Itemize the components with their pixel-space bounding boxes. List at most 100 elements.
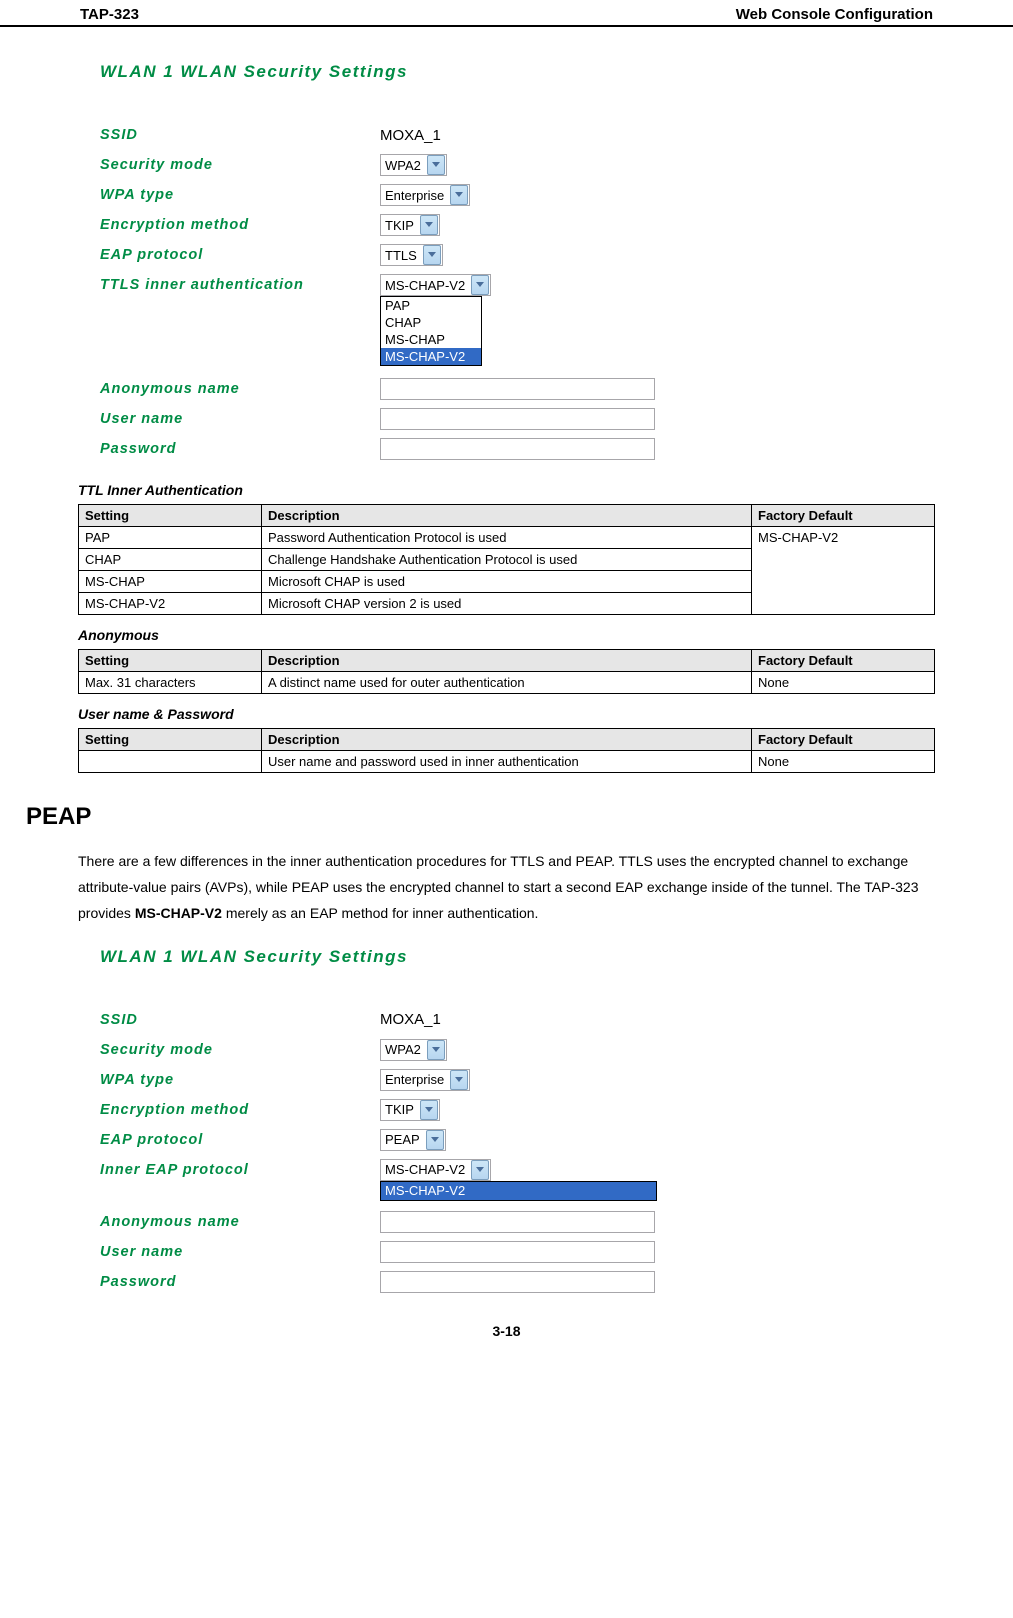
wpa-type-label: WPA type bbox=[100, 1072, 380, 1088]
inner-eap-label: Inner EAP protocol bbox=[100, 1162, 380, 1178]
td-setting: CHAP bbox=[79, 549, 262, 571]
wpa-type-label: WPA type bbox=[100, 187, 380, 203]
security-mode-value: WPA2 bbox=[385, 1042, 427, 1057]
anonymous-name-label: Anonymous name bbox=[100, 1214, 380, 1230]
td-desc: Password Authentication Protocol is used bbox=[262, 527, 752, 549]
td-default: None bbox=[752, 751, 935, 773]
td-desc: A distinct name used for outer authentic… bbox=[262, 672, 752, 694]
password-input[interactable] bbox=[380, 1271, 655, 1293]
ssid-label: SSID bbox=[100, 1012, 380, 1028]
ssid-value: MOXA_1 bbox=[380, 1011, 441, 1028]
user-pass-caption: User name & Password bbox=[78, 706, 935, 722]
chevron-down-icon bbox=[427, 155, 445, 175]
ttls-inner-auth-select[interactable]: MS-CHAP-V2 bbox=[380, 274, 491, 296]
wlan-security-panel-2: WLAN 1 WLAN Security Settings SSID MOXA_… bbox=[100, 947, 935, 1295]
wpa-type-select[interactable]: Enterprise bbox=[380, 1069, 470, 1091]
td-setting: PAP bbox=[79, 527, 262, 549]
eap-protocol-label: EAP protocol bbox=[100, 1132, 380, 1148]
th-default: Factory Default bbox=[752, 505, 935, 527]
chevron-down-icon bbox=[471, 1160, 489, 1180]
encryption-method-label: Encryption method bbox=[100, 217, 380, 233]
password-label: Password bbox=[100, 441, 380, 457]
eap-protocol-value: TTLS bbox=[385, 248, 423, 263]
chevron-down-icon bbox=[426, 1130, 444, 1150]
user-pass-table: Setting Description Factory Default User… bbox=[78, 728, 935, 773]
chevron-down-icon bbox=[420, 215, 438, 235]
user-name-input[interactable] bbox=[380, 408, 655, 430]
chevron-down-icon bbox=[420, 1100, 438, 1120]
anonymous-name-input[interactable] bbox=[380, 1211, 655, 1233]
td-default: MS-CHAP-V2 bbox=[752, 527, 935, 615]
page-header: TAP-323 Web Console Configuration bbox=[0, 0, 1013, 27]
anonymous-name-input[interactable] bbox=[380, 378, 655, 400]
td-setting: Max. 31 characters bbox=[79, 672, 262, 694]
security-mode-select[interactable]: WPA2 bbox=[380, 1039, 447, 1061]
wlan-security-panel-1: WLAN 1 WLAN Security Settings SSID MOXA_… bbox=[100, 62, 935, 462]
encryption-method-select[interactable]: TKIP bbox=[380, 214, 440, 236]
td-default: None bbox=[752, 672, 935, 694]
security-mode-value: WPA2 bbox=[385, 158, 427, 173]
ttls-option-mschapv2[interactable]: MS-CHAP-V2 bbox=[381, 348, 481, 365]
password-label: Password bbox=[100, 1274, 380, 1290]
chevron-down-icon bbox=[423, 245, 441, 265]
ssid-label: SSID bbox=[100, 127, 380, 143]
encryption-method-label: Encryption method bbox=[100, 1102, 380, 1118]
ttl-inner-auth-caption: TTL Inner Authentication bbox=[78, 482, 935, 498]
ttls-inner-auth-value: MS-CHAP-V2 bbox=[385, 278, 471, 293]
wpa-type-select[interactable]: Enterprise bbox=[380, 184, 470, 206]
peap-text-c: merely as an EAP method for inner authen… bbox=[222, 905, 538, 921]
peap-text-b: MS-CHAP-V2 bbox=[135, 905, 222, 921]
th-setting: Setting bbox=[79, 729, 262, 751]
chevron-down-icon bbox=[450, 1070, 468, 1090]
security-mode-label: Security mode bbox=[100, 1042, 380, 1058]
security-mode-label: Security mode bbox=[100, 157, 380, 173]
peap-heading: PEAP bbox=[26, 803, 935, 831]
anonymous-caption: Anonymous bbox=[78, 627, 935, 643]
inner-eap-option-mschapv2[interactable]: MS-CHAP-V2 bbox=[381, 1182, 656, 1200]
td-desc: User name and password used in inner aut… bbox=[262, 751, 752, 773]
chevron-down-icon bbox=[427, 1040, 445, 1060]
th-default: Factory Default bbox=[752, 650, 935, 672]
td-setting: MS-CHAP-V2 bbox=[79, 593, 262, 615]
th-description: Description bbox=[262, 505, 752, 527]
ttls-inner-auth-options[interactable]: PAP CHAP MS-CHAP MS-CHAP-V2 bbox=[380, 296, 482, 366]
td-desc: Challenge Handshake Authentication Proto… bbox=[262, 549, 752, 571]
ttls-inner-auth-label: TTLS inner authentication bbox=[100, 277, 380, 293]
th-description: Description bbox=[262, 650, 752, 672]
td-setting: MS-CHAP bbox=[79, 571, 262, 593]
user-name-input[interactable] bbox=[380, 1241, 655, 1263]
encryption-method-value: TKIP bbox=[385, 218, 420, 233]
td-desc: Microsoft CHAP is used bbox=[262, 571, 752, 593]
th-description: Description bbox=[262, 729, 752, 751]
chevron-down-icon bbox=[450, 185, 468, 205]
th-default: Factory Default bbox=[752, 729, 935, 751]
security-mode-select[interactable]: WPA2 bbox=[380, 154, 447, 176]
eap-protocol-select[interactable]: PEAP bbox=[380, 1129, 446, 1151]
user-name-label: User name bbox=[100, 1244, 380, 1260]
ttls-option-mschap[interactable]: MS-CHAP bbox=[381, 331, 481, 348]
eap-protocol-select[interactable]: TTLS bbox=[380, 244, 443, 266]
inner-eap-value: MS-CHAP-V2 bbox=[385, 1162, 471, 1177]
ttl-inner-auth-table: Setting Description Factory Default PAP … bbox=[78, 504, 935, 615]
th-setting: Setting bbox=[79, 650, 262, 672]
anonymous-name-label: Anonymous name bbox=[100, 381, 380, 397]
eap-protocol-label: EAP protocol bbox=[100, 247, 380, 263]
page-number: 3-18 bbox=[78, 1323, 935, 1339]
td-setting bbox=[79, 751, 262, 773]
inner-eap-options[interactable]: MS-CHAP-V2 bbox=[380, 1181, 657, 1201]
user-name-label: User name bbox=[100, 411, 380, 427]
panel2-title: WLAN 1 WLAN Security Settings bbox=[100, 947, 935, 967]
encryption-method-value: TKIP bbox=[385, 1102, 420, 1117]
header-left: TAP-323 bbox=[80, 6, 139, 23]
encryption-method-select[interactable]: TKIP bbox=[380, 1099, 440, 1121]
eap-protocol-value: PEAP bbox=[385, 1132, 426, 1147]
peap-paragraph: There are a few differences in the inner… bbox=[78, 849, 935, 927]
td-desc: Microsoft CHAP version 2 is used bbox=[262, 593, 752, 615]
chevron-down-icon bbox=[471, 275, 489, 295]
ttls-option-pap[interactable]: PAP bbox=[381, 297, 481, 314]
password-input[interactable] bbox=[380, 438, 655, 460]
inner-eap-select[interactable]: MS-CHAP-V2 bbox=[380, 1159, 491, 1181]
wpa-type-value: Enterprise bbox=[385, 1072, 450, 1087]
ttls-option-chap[interactable]: CHAP bbox=[381, 314, 481, 331]
anonymous-table: Setting Description Factory Default Max.… bbox=[78, 649, 935, 694]
